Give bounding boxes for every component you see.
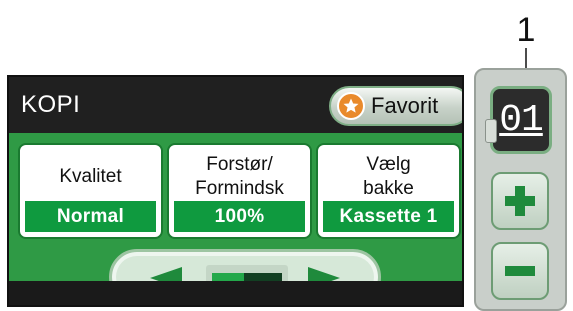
copy-count-display[interactable]: 01 xyxy=(485,86,552,154)
option-label: Kvalitet xyxy=(59,166,122,187)
favorite-button[interactable]: Favorit xyxy=(329,86,462,126)
option-value: Kassette 1 xyxy=(323,201,454,232)
callout-number: 1 xyxy=(516,11,536,49)
side-control-panel: 01 xyxy=(474,68,567,311)
option-label: Forstør/ Formindsk xyxy=(195,154,284,199)
enlarge-reduce-option-button[interactable]: Forstør/ Formindsk 100% xyxy=(167,143,312,239)
copy-count-value: 01 xyxy=(499,98,544,142)
favorite-label: Favorit xyxy=(371,93,439,118)
decrease-copies-button[interactable] xyxy=(491,242,549,300)
star-icon xyxy=(337,92,365,120)
screen-bottom-strip xyxy=(9,281,462,305)
tray-select-option-button[interactable]: Vælg bakke Kassette 1 xyxy=(316,143,461,239)
increase-copies-button[interactable] xyxy=(491,172,549,230)
counter-tab xyxy=(485,119,497,143)
option-value: 100% xyxy=(174,201,305,232)
lcd-screen: KOPI Favorit Kvalitet Normal Forstør/ Fo… xyxy=(7,75,464,307)
quality-option-button[interactable]: Kvalitet Normal xyxy=(18,143,163,239)
option-value: Normal xyxy=(25,201,156,232)
option-label: Vælg bakke xyxy=(363,154,414,199)
screen-title: KOPI xyxy=(21,91,81,118)
plus-icon xyxy=(505,186,535,216)
minus-icon xyxy=(505,266,535,276)
